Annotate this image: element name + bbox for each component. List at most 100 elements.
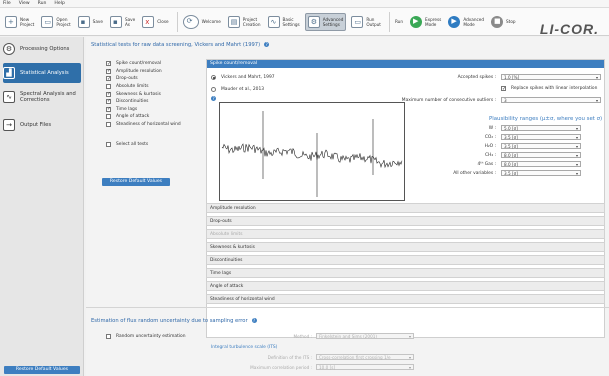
spike-panel-header[interactable]: Spike count/removal [207, 60, 604, 68]
checkbox[interactable] [501, 85, 506, 91]
run-label: Run [394, 19, 403, 24]
help-icon[interactable]: ? [264, 42, 270, 47]
checkbox[interactable] [106, 141, 111, 147]
section-skewness-kurtosis[interactable]: Skewness & kurtosis [206, 242, 605, 252]
section-drop-outs[interactable]: Drop-outs [206, 216, 605, 226]
project-creation-button[interactable]: ▤ Project Creation [226, 13, 263, 31]
li-cor-logo: LI-COR. [539, 21, 599, 37]
checkbox[interactable] [106, 91, 111, 97]
save-as-button[interactable]: ▪ Save As [108, 13, 137, 31]
range-gas4-select[interactable]: 8.0 [σ] [501, 161, 581, 167]
close-button[interactable]: x Close [140, 13, 170, 31]
save-button[interactable]: ▪ Save [76, 13, 105, 31]
section-amplitude-resolution[interactable]: Amplitude resolution [206, 203, 605, 213]
test-spike-count[interactable]: Spike count/removal [106, 60, 181, 68]
method-mauder[interactable]: Mauder et al., 2013 [211, 87, 264, 92]
section-absolute-limits[interactable]: Absolute limits [206, 229, 605, 239]
checkbox[interactable] [106, 106, 111, 112]
main-content: Statistical tests for raw data screening… [86, 37, 609, 376]
test-time-lags[interactable]: Time lags [106, 106, 181, 114]
range-h2o-select[interactable]: 3.5 [σ] [501, 143, 581, 149]
open-project-button[interactable]: ▭ Open Project [39, 13, 72, 31]
uncertainty-method-select[interactable]: Finkelstein and Sims (2001) [316, 333, 414, 339]
express-mode-button[interactable]: ▶ Express Mode [408, 13, 443, 31]
sidebar-item-processing-options[interactable]: ⚙ Processing Options [3, 39, 81, 59]
max-correlation-select[interactable]: 10.0 [s] [316, 364, 414, 370]
sidebar-restore-defaults-button[interactable]: Restore Default Values [4, 366, 80, 374]
menu-help[interactable]: Help [54, 1, 64, 6]
its-definition-select[interactable]: Cross-correlation first crossing 1/e [316, 354, 414, 360]
checkbox[interactable] [106, 76, 111, 82]
output-icon: ▭ [351, 15, 364, 28]
range-label: 4ᵗʰ Gas : [477, 162, 496, 167]
replace-spikes-option[interactable]: Replace spikes with linear interpolation [501, 85, 597, 93]
range-co2-select[interactable]: 3.5 [σ] [501, 134, 581, 140]
app-window: File View Run Help + New Project ▭ Open Pr… [0, 0, 609, 376]
stop-icon: ■ [491, 15, 504, 28]
radio[interactable] [211, 75, 216, 80]
checkbox[interactable] [106, 68, 111, 74]
random-uncertainty-option[interactable]: Random uncertainty estimation [106, 333, 186, 341]
welcome-button[interactable]: ⟳ Welcome [181, 13, 223, 31]
select-all-tests[interactable]: Select all tests [106, 140, 181, 148]
advanced-settings-button[interactable]: ⚙ Advanced Settings [304, 12, 347, 31]
checkbox[interactable] [106, 122, 111, 128]
checkbox[interactable] [106, 98, 111, 104]
sidebar-item-statistical-analysis[interactable]: ▟ Statistical Analysis [3, 63, 81, 83]
test-discontinuities[interactable]: Discontinuities [106, 98, 181, 106]
checkbox[interactable] [106, 114, 111, 120]
play-icon: ▶ [448, 15, 461, 28]
range-ch4-select[interactable]: 8.0 [σ] [501, 152, 581, 158]
section-time-lags[interactable]: Time lags [206, 268, 605, 278]
test-absolute-limits[interactable]: Absolute limits [106, 83, 181, 91]
range-w-select[interactable]: 5.0 [σ] [501, 125, 581, 131]
help-icon[interactable]: ? [211, 96, 216, 101]
radio[interactable] [211, 87, 216, 92]
close-file-icon: x [142, 15, 155, 28]
advanced-mode-button[interactable]: ▶ Advanced Mode [446, 13, 486, 31]
accepted-spikes-label: Accepted spikes : [457, 75, 496, 80]
method-vickers-mahrt[interactable]: Vickers and Mahrt, 1997 [211, 75, 275, 80]
section-angle-of-attack[interactable]: Angle of attack [206, 281, 605, 291]
section-steadiness-horizontal-wind[interactable]: Steadiness of horizontal wind [206, 294, 605, 304]
gear-icon: ⚙ [3, 43, 15, 55]
signal-line [221, 143, 403, 169]
export-icon: → [3, 119, 15, 131]
range-label: W : [488, 126, 496, 131]
checkbox[interactable] [106, 334, 111, 340]
page-title: Statistical tests for raw data screening… [91, 42, 270, 48]
basic-settings-icon: ∿ [267, 15, 280, 28]
test-drop-outs[interactable]: Drop-outs [106, 75, 181, 83]
accepted-spikes-select[interactable]: 1.0 [%] [501, 74, 601, 80]
checkbox[interactable] [106, 60, 111, 66]
basic-settings-button[interactable]: ∿ Basic Settings [266, 13, 302, 31]
restore-defaults-button[interactable]: Restore Default Values [102, 178, 170, 186]
stop-button[interactable]: ■ Stop [489, 13, 518, 31]
checkbox[interactable] [106, 84, 111, 90]
max-consecutive-select[interactable]: 3 [501, 97, 601, 103]
range-label: CO₂ : [484, 135, 496, 140]
toolbar-separator [388, 11, 390, 32]
section-discontinuities[interactable]: Discontinuities [206, 255, 605, 265]
help-icon[interactable]: ? [251, 318, 257, 323]
test-skewness-kurtosis[interactable]: Skewness & kurtosis [106, 90, 181, 98]
test-steadiness-horizontal-wind[interactable]: Steadiness of horizontal wind [106, 121, 181, 129]
test-amplitude-resolution[interactable]: Amplitude resolution [106, 68, 181, 76]
menu-bar: File View Run Help [0, 0, 609, 8]
menu-view[interactable]: View [19, 1, 30, 6]
sidebar-item-output-files[interactable]: → Output Files [3, 115, 81, 135]
menu-run[interactable]: Run [38, 1, 47, 6]
spike-signal-plot [221, 111, 403, 197]
folder-icon: ▭ [41, 15, 54, 28]
menu-file[interactable]: File [3, 1, 11, 6]
its-subtitle: Integral turbulence scale (ITS) [211, 345, 278, 350]
sidebar-item-spectral-analysis[interactable]: ∿ Spectral Analysis and Corrections [3, 87, 81, 107]
run-output-button[interactable]: ▭ Run Output [349, 13, 383, 31]
chart-icon: ▟ [3, 67, 15, 79]
toolbar: + New Project ▭ Open Project ▪ Save ▪ Save A… [0, 8, 609, 37]
test-angle-of-attack[interactable]: Angle of attack [106, 113, 181, 121]
toolbar-separator [176, 11, 178, 32]
project-icon: ▤ [227, 15, 240, 28]
new-project-button[interactable]: + New Project [3, 13, 36, 31]
range-other-select[interactable]: 3.5 [σ] [501, 170, 581, 176]
